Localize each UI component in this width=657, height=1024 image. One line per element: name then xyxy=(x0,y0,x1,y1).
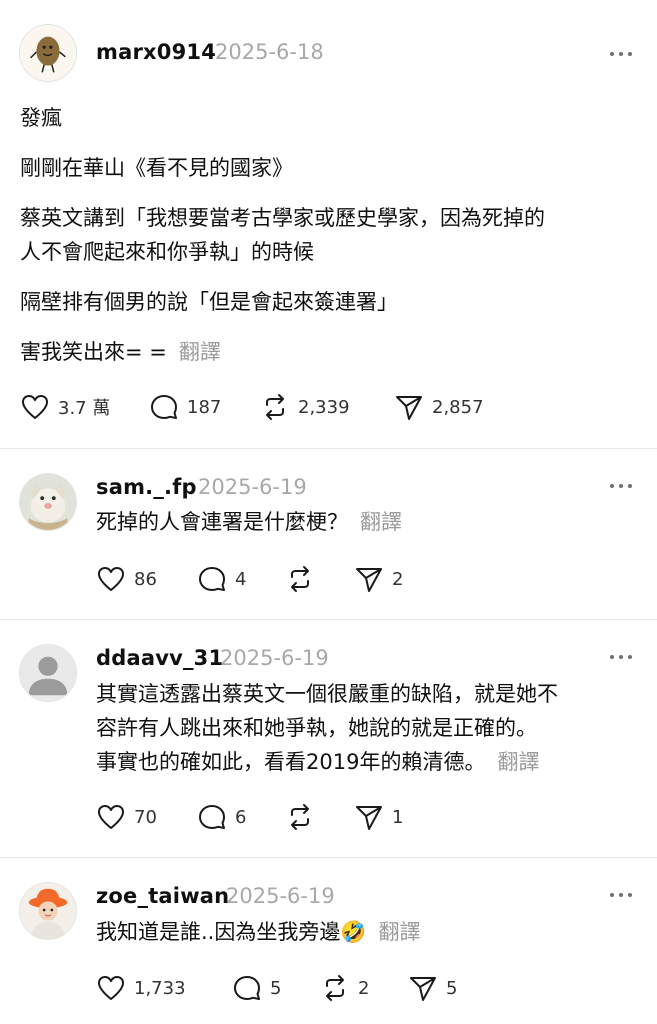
comment-bubble-icon xyxy=(234,976,260,1000)
post-text-line: 人不會爬起來和你爭執」的時候 xyxy=(20,240,314,264)
like-button[interactable]: 3.7 萬 xyxy=(20,392,110,422)
reply-count: 187 xyxy=(187,396,222,418)
reply-button[interactable]: 5 xyxy=(232,973,281,1003)
cat-avatar-icon xyxy=(20,474,76,530)
reply-text-last: 事實也的確如此，看看2019年的賴清德。 翻譯 xyxy=(96,745,539,779)
translate-link[interactable]: 翻譯 xyxy=(179,340,221,364)
child-orange-hat-avatar-icon xyxy=(20,883,76,939)
heart-icon xyxy=(98,567,124,591)
like-count: 3.7 萬 xyxy=(58,398,111,419)
send-paper-plane-icon xyxy=(396,396,422,420)
reply-text-last: 死掉的人會連署是什麼梗？ 翻譯 xyxy=(96,505,402,539)
reply-text-line: 容許有人跳出來和她爭執，她說的就是正確的。 xyxy=(96,716,537,740)
like-count: 70 xyxy=(134,806,157,828)
post-actions: 3.7 萬 187 2,339 2,857 xyxy=(20,392,640,422)
heart-icon xyxy=(98,805,124,829)
repost-button[interactable]: 2,339 xyxy=(260,392,350,422)
default-user-avatar-icon xyxy=(20,645,76,701)
repost-button[interactable]: 2 xyxy=(320,973,369,1003)
translate-link[interactable]: 翻譯 xyxy=(360,510,402,534)
post-text-line: 害我笑出來= = xyxy=(20,340,167,364)
more-dots-icon[interactable] xyxy=(610,652,636,662)
repost-arrows-icon xyxy=(291,566,309,592)
main-post: marx0914 2025-6-18 發瘋 剛剛在華山《看不見的國家》 蔡英文講… xyxy=(0,0,657,448)
avatar-sam-fp[interactable] xyxy=(19,473,77,531)
post-text-line: 剛剛在華山《看不見的國家》 xyxy=(20,156,293,180)
reply-post: zoe_taiwan 2025-6-19 我知道是誰..因為坐我旁邊🤣 翻譯 1,… xyxy=(0,858,657,1024)
reply-date: 2025-6-19 xyxy=(198,475,307,499)
send-paper-plane-icon xyxy=(356,568,382,592)
reply-username[interactable]: ddaavv_31 xyxy=(96,646,223,670)
reply-count: 4 xyxy=(235,568,247,590)
like-count: 86 xyxy=(134,568,157,590)
send-paper-plane-icon xyxy=(356,806,382,830)
reply-actions: 86 4 2 xyxy=(96,564,636,594)
post-text-line: 發瘋 xyxy=(20,106,62,130)
reply-count: 6 xyxy=(235,806,247,828)
more-dots-icon[interactable] xyxy=(610,49,636,59)
like-button[interactable]: 70 xyxy=(96,802,157,832)
reply-text-line: 其實這透露出蔡英文一個很嚴重的缺陷，就是她不 xyxy=(96,682,558,706)
like-button[interactable]: 86 xyxy=(96,564,157,594)
reply-count: 5 xyxy=(270,977,282,999)
share-count: 2 xyxy=(392,568,404,590)
like-count: 1,733 xyxy=(134,977,186,999)
post-text-last: 害我笑出來= = 翻譯 xyxy=(20,335,221,369)
heart-icon xyxy=(22,395,48,419)
reply-post: ddaavv_31 2025-6-19 其實這透露出蔡英文一個很嚴重的缺陷，就是… xyxy=(0,620,657,856)
reply-text-line: 死掉的人會連署是什麼梗？ xyxy=(96,510,348,534)
repost-arrows-icon xyxy=(266,394,284,420)
reply-date: 2025-6-19 xyxy=(220,646,329,670)
translate-link[interactable]: 翻譯 xyxy=(379,920,421,944)
post-text-line: 蔡英文講到「我想要當考古學家或歷史學家，因為死掉的 xyxy=(20,206,545,230)
reply-text-line: 事實也的確如此，看看2019年的賴清德。 xyxy=(96,750,486,774)
avatar-ddaavv-31[interactable] xyxy=(19,644,77,702)
reply-date: 2025-6-19 xyxy=(226,884,335,908)
reply-text-line: 我知道是誰..因為坐我旁邊🤣 xyxy=(96,920,367,944)
reply-button[interactable]: 187 xyxy=(149,392,221,422)
reply-actions: 1,733 5 2 5 xyxy=(96,973,636,1003)
repost-arrows-icon xyxy=(291,804,309,830)
translate-link[interactable]: 翻譯 xyxy=(497,750,539,774)
repost-button[interactable] xyxy=(285,802,323,832)
like-button[interactable]: 1,733 xyxy=(96,973,186,1003)
reply-post: sam._.fp 2025-6-19 死掉的人會連署是什麼梗？ 翻譯 86 4 2 xyxy=(0,449,657,619)
share-count: 1 xyxy=(392,806,404,828)
post-username[interactable]: marx0914 xyxy=(96,40,216,64)
comment-bubble-icon xyxy=(199,567,225,591)
heart-icon xyxy=(98,976,124,1000)
reply-actions: 70 6 1 xyxy=(96,802,636,832)
avatar-marx0914[interactable] xyxy=(19,24,77,82)
share-button[interactable]: 2,857 xyxy=(394,392,484,422)
reply-text-last: 我知道是誰..因為坐我旁邊🤣 翻譯 xyxy=(96,915,421,949)
share-button[interactable]: 2 xyxy=(354,564,403,594)
comment-bubble-icon xyxy=(199,805,225,829)
share-count: 2,857 xyxy=(432,396,484,418)
repost-count: 2 xyxy=(358,977,370,999)
send-paper-plane-icon xyxy=(410,977,436,1001)
more-dots-icon[interactable] xyxy=(610,481,636,491)
share-count: 5 xyxy=(446,977,458,999)
post-text-line: 隔壁排有個男的說「但是會起來簽連署」 xyxy=(20,290,398,314)
reply-username[interactable]: zoe_taiwan xyxy=(96,884,229,908)
reply-button[interactable]: 4 xyxy=(197,564,246,594)
repost-button[interactable] xyxy=(285,564,323,594)
share-button[interactable]: 5 xyxy=(408,973,457,1003)
comment-bubble-icon xyxy=(151,395,177,419)
reply-username[interactable]: sam._.fp xyxy=(96,475,197,499)
repost-arrows-icon xyxy=(326,975,344,1001)
reply-button[interactable]: 6 xyxy=(197,802,246,832)
potato-avatar-icon xyxy=(20,25,76,81)
share-button[interactable]: 1 xyxy=(354,802,403,832)
repost-count: 2,339 xyxy=(298,396,350,418)
post-date: 2025-6-18 xyxy=(215,40,324,64)
more-dots-icon[interactable] xyxy=(610,890,636,900)
avatar-zoe-taiwan[interactable] xyxy=(19,882,77,940)
